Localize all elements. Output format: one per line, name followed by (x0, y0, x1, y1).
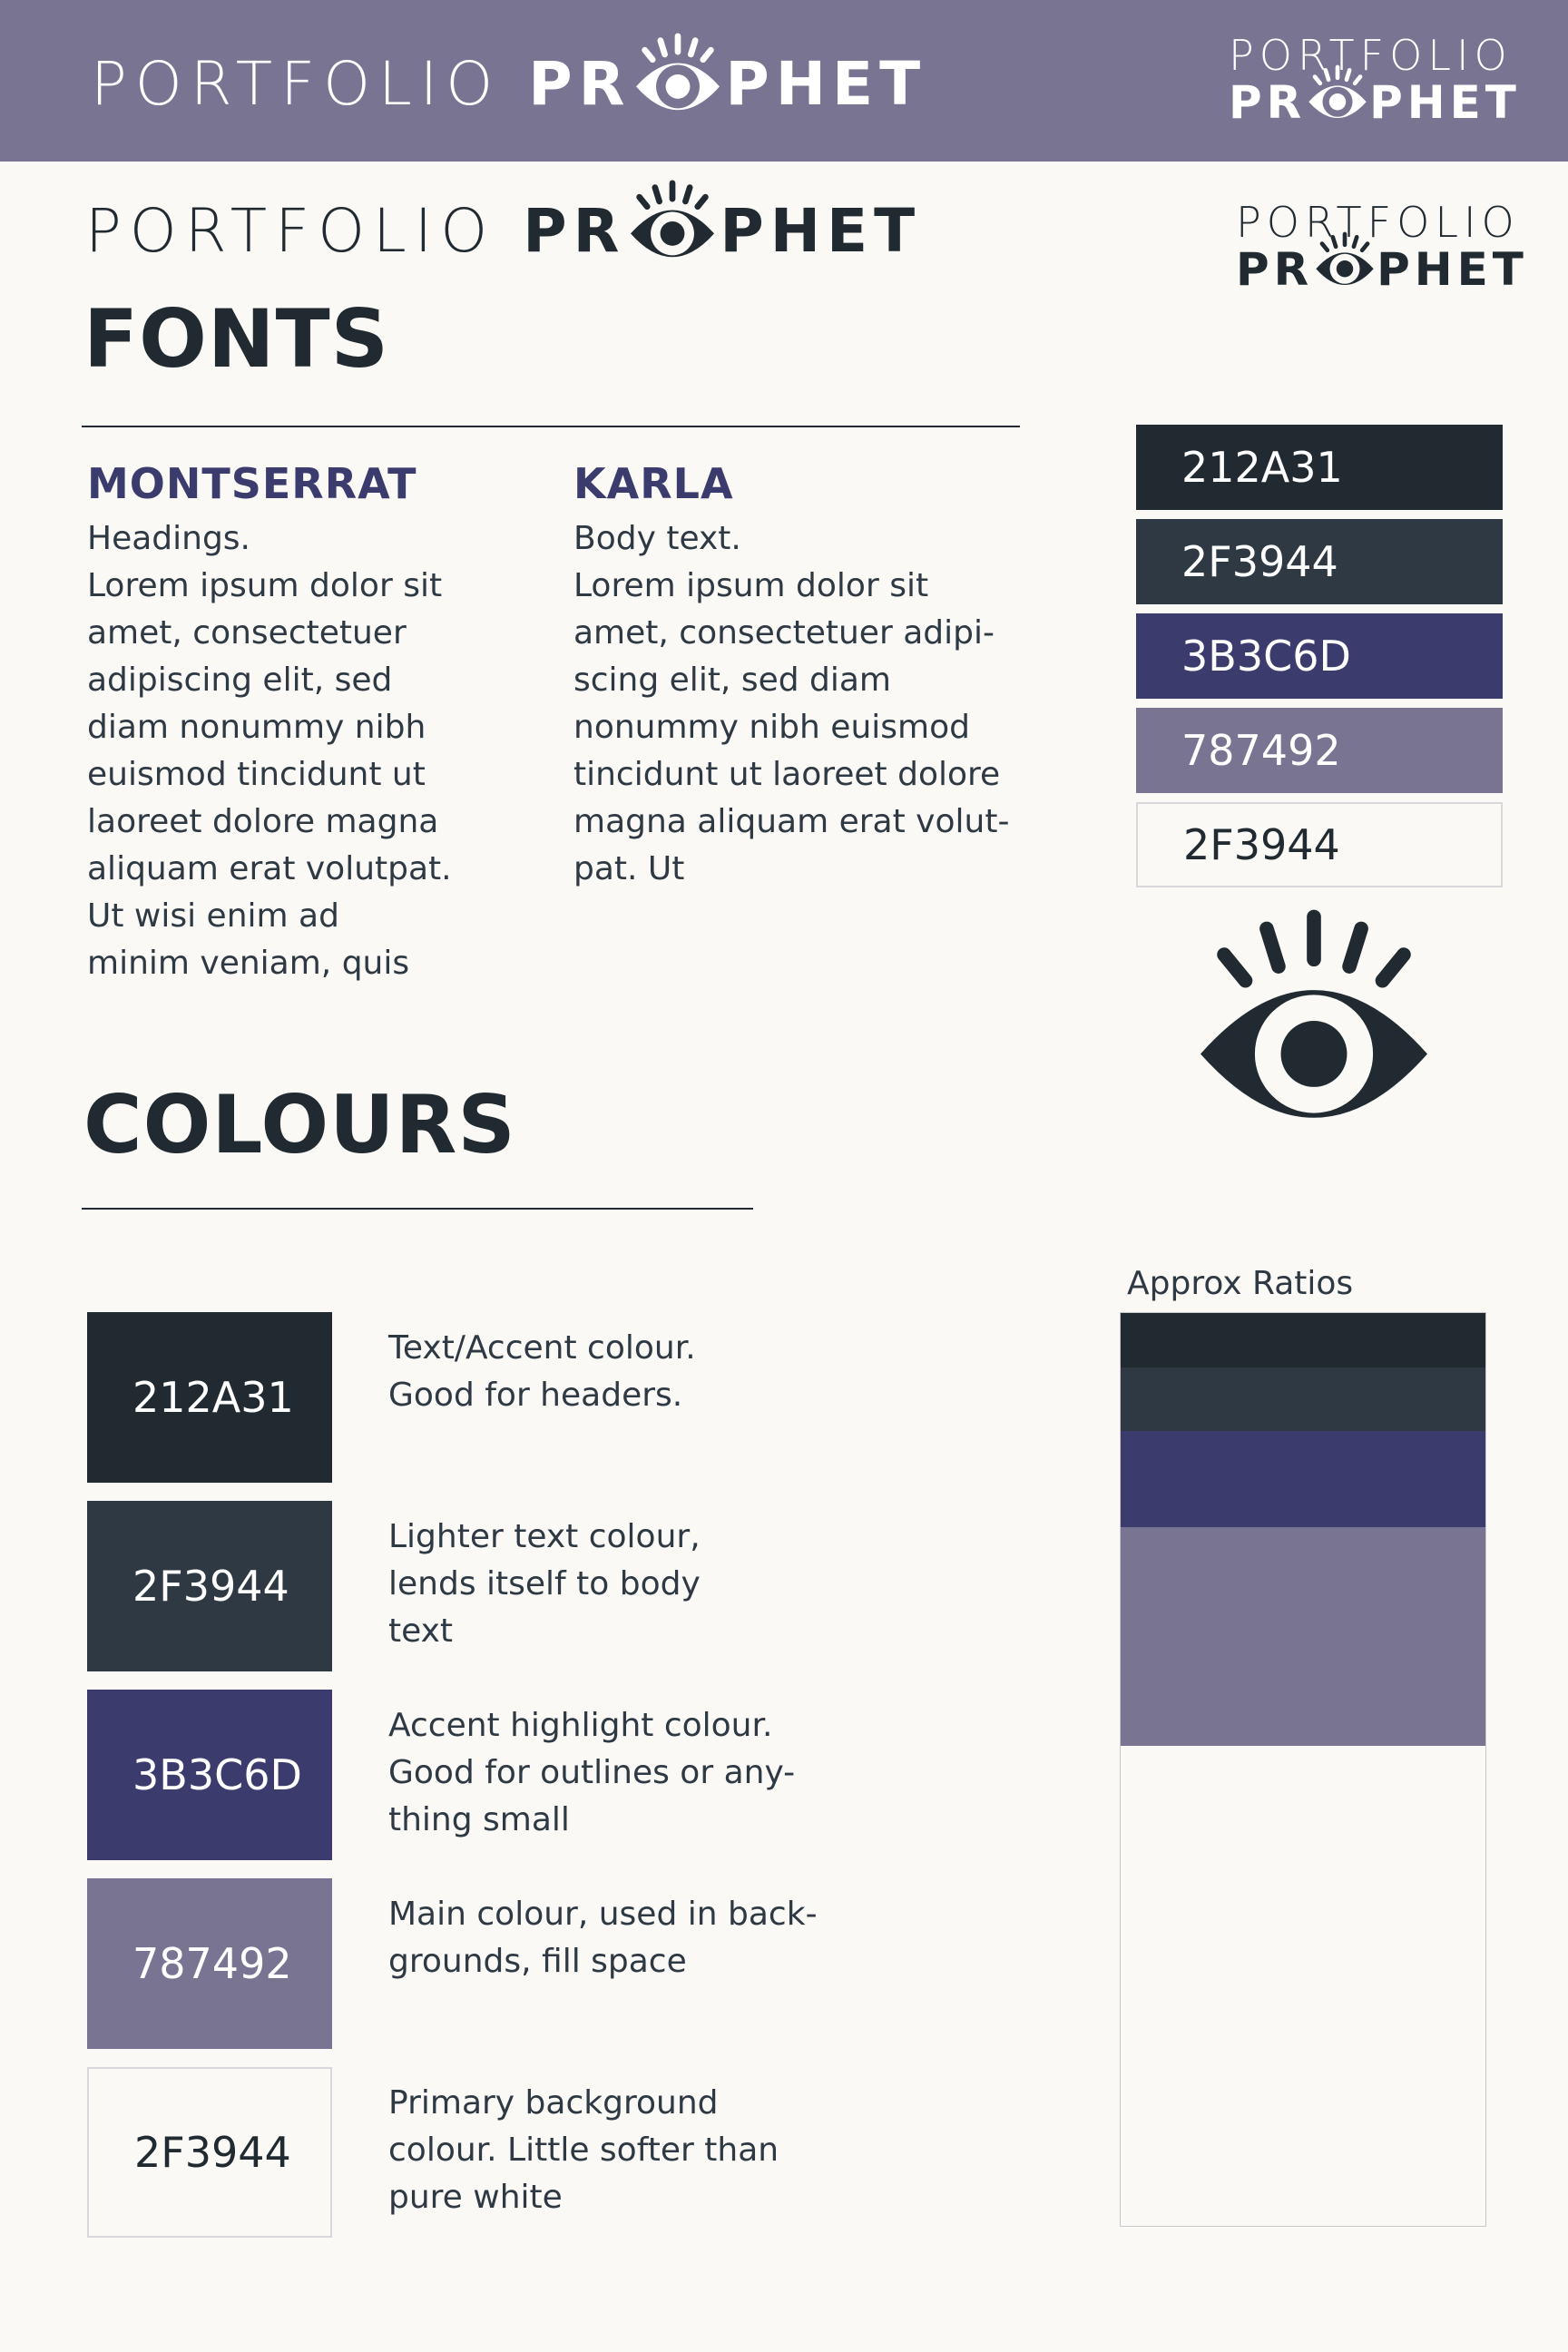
logo-word-prophet-start: PR (1236, 243, 1314, 296)
colour-description: Accent highlight colour. Good for outlin… (388, 1707, 796, 1838)
palette-chip: 2F3944 (1136, 802, 1503, 887)
logo-word-prophet-start: PR (1229, 76, 1307, 129)
colour-swatch-code: 2F3944 (134, 2128, 291, 2177)
ratio-segment (1121, 1367, 1485, 1431)
eye-icon (631, 179, 715, 257)
logo-word-portfolio: PORTFOLIO (1236, 198, 1520, 247)
palette-chip-code: 787492 (1181, 726, 1341, 775)
body-font-usage: Body text. (573, 520, 741, 557)
header-logo: PORTFOLIO PR PHET (91, 32, 927, 119)
colours-divider (82, 1208, 753, 1210)
fonts-title: FONTS (83, 292, 389, 386)
palette-column: 212A31 2F3944 3B3C6D 787492 2F3944 (1136, 425, 1503, 889)
ratio-segment (1121, 1527, 1485, 1746)
colour-swatch: 2F3944 (87, 2067, 332, 2238)
palette-chip: 212A31 (1136, 425, 1503, 510)
colour-swatch: 3B3C6D (87, 1690, 332, 1860)
colour-swatch: 212A31 (87, 1312, 332, 1483)
colour-swatch: 787492 (87, 1878, 332, 2049)
palette-chip: 2F3944 (1136, 519, 1503, 604)
swatch-list: 212A31 Text/Accent colour. Good for heade… (87, 1312, 995, 2243)
logo-word-prophet-end: PHET (725, 49, 927, 119)
fonts-divider (82, 426, 1020, 427)
colour-description: Text/Accent colour. Good for headers. (388, 1329, 696, 1414)
ratios-label: Approx Ratios (1127, 1265, 1354, 1302)
colour-description: Primary background colour. Little softer… (388, 2084, 779, 2216)
heading-font-block: MONTSERRAT Headings. Lorem ipsum dolor s… (87, 463, 523, 987)
colour-swatch-code: 787492 (132, 1939, 292, 1988)
body-font-sample: Lorem ipsum dolor sit amet, consectetuer… (573, 567, 1010, 887)
palette-chip-code: 2F3944 (1181, 537, 1338, 586)
heading-font-name: MONTSERRAT (87, 459, 417, 508)
palette-chip-code: 212A31 (1181, 443, 1343, 492)
logo-word-prophet: PR PHET (523, 179, 922, 266)
logo-word-prophet-end: PHET (1369, 76, 1521, 129)
logo-word-prophet: PR PHET (1229, 64, 1521, 129)
logo-word-prophet: PR PHET (528, 32, 927, 119)
body-font-block: KARLA Body text. Lorem ipsum dolor sit a… (573, 463, 1045, 893)
palette-chip: 787492 (1136, 708, 1503, 793)
colour-swatch-code: 3B3C6D (132, 1750, 302, 1799)
ratio-segment (1121, 1431, 1485, 1527)
palette-chip-code: 3B3C6D (1181, 632, 1351, 681)
logo-word-prophet-end: PHET (720, 196, 922, 266)
logo-word-prophet-end: PHET (1377, 243, 1528, 296)
logo-dark: PORTFOLIO PR PHET (85, 179, 922, 266)
heading-font-usage: Headings. (87, 520, 250, 557)
logo-word-prophet: PR PHET (1236, 231, 1528, 296)
header-logo-stacked: PORTFOLIO PR PHET (1229, 34, 1521, 125)
logo-dark-stacked: PORTFOLIO PR PHET (1236, 201, 1528, 292)
heading-font-sample: Lorem ipsum dolor sit amet, consectetuer… (87, 567, 452, 982)
eye-icon (636, 32, 720, 110)
eye-icon (1316, 231, 1374, 286)
logo-word-prophet-start: PR (528, 49, 632, 119)
colour-description: Main colour, used in back- grounds, fill… (388, 1896, 818, 1980)
palette-chip-code: 2F3944 (1183, 820, 1340, 869)
body-font-name: KARLA (573, 459, 734, 508)
logo-word-portfolio: PORTFOLIO (1229, 31, 1513, 80)
logo-word-portfolio: PORTFOLIO (85, 196, 496, 266)
ratio-segment (1121, 1746, 1485, 2225)
ratio-bar (1120, 1312, 1486, 2227)
colours-title: COLOURS (83, 1078, 516, 1171)
logo-word-prophet-start: PR (523, 196, 626, 266)
colour-swatch-code: 212A31 (132, 1373, 294, 1422)
colour-swatch: 2F3944 (87, 1501, 332, 1671)
colour-description: Lighter text colour, lends itself to bod… (388, 1518, 701, 1650)
logo-word-portfolio: PORTFOLIO (91, 49, 502, 119)
ratio-segment (1121, 1313, 1485, 1367)
colour-swatch-code: 2F3944 (132, 1562, 289, 1611)
palette-chip: 3B3C6D (1136, 613, 1503, 699)
eye-icon (1308, 64, 1367, 119)
eye-icon (1200, 909, 1427, 1118)
